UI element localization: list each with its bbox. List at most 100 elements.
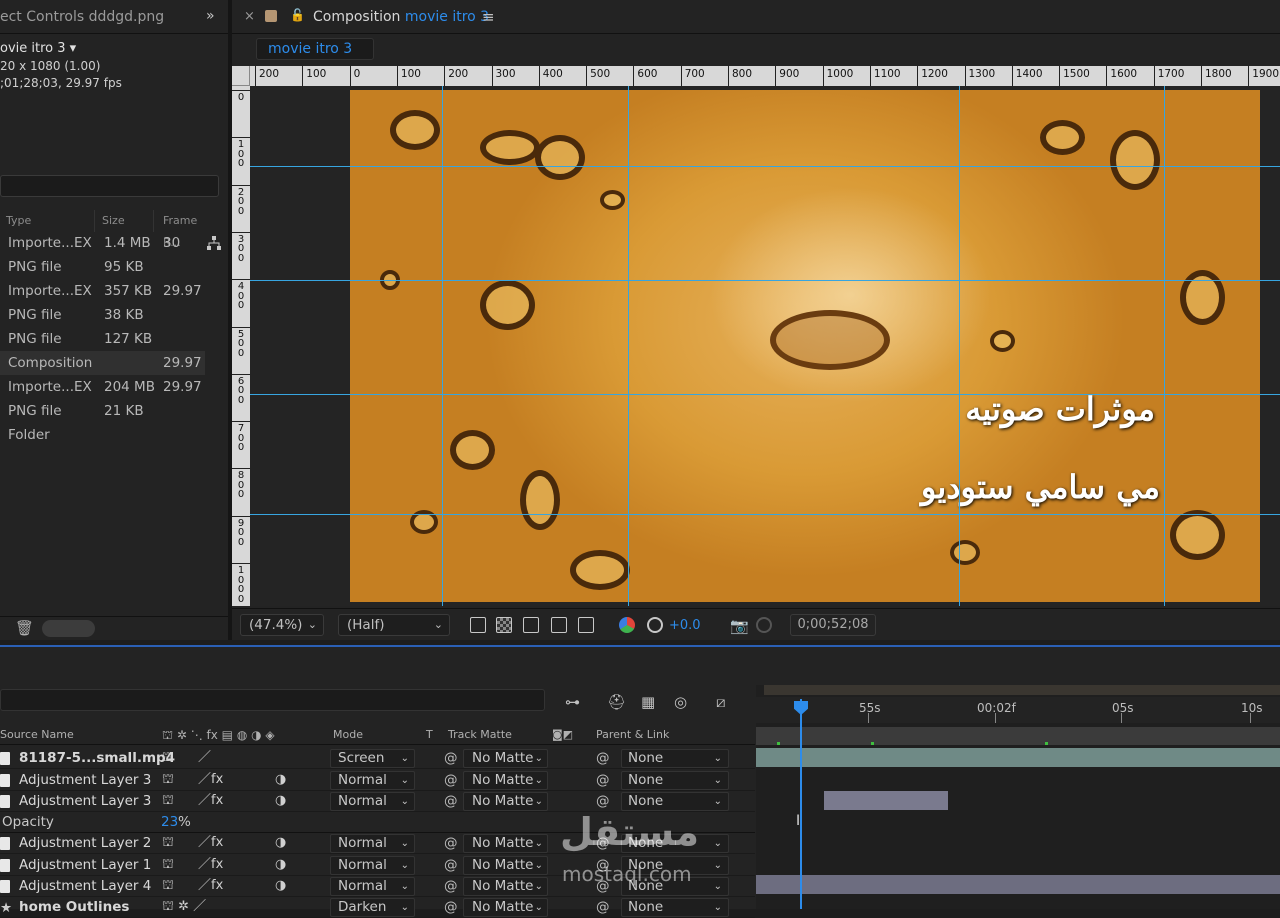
project-search-input[interactable] bbox=[0, 175, 219, 197]
track-matte-pickwhip-icon[interactable]: @ bbox=[444, 791, 458, 811]
graph-editor-icon[interactable]: ⧄ bbox=[716, 693, 726, 711]
ruler-origin[interactable] bbox=[232, 66, 250, 86]
project-row[interactable]: Importe...EX 204 MB 29.97 bbox=[0, 375, 205, 399]
shy-switch-icon[interactable]: ⛫ bbox=[162, 855, 174, 875]
blend-mode-dropdown[interactable]: Normal ⌄ bbox=[330, 877, 415, 896]
track-matte-pickwhip-icon[interactable]: @ bbox=[444, 855, 458, 875]
panel-menu-icon[interactable]: ≡ bbox=[482, 8, 495, 26]
track-matte-dropdown[interactable]: No Matte ⌄ bbox=[463, 877, 548, 896]
guide-line[interactable] bbox=[250, 514, 1280, 515]
blend-mode-dropdown[interactable]: Screen ⌄ bbox=[330, 749, 415, 768]
guide-line[interactable] bbox=[1164, 86, 1165, 606]
project-row[interactable]: PNG file 127 KB bbox=[0, 327, 205, 351]
track-matte-dropdown[interactable]: No Matte ⌄ bbox=[463, 898, 548, 917]
channels-icon[interactable] bbox=[619, 617, 635, 633]
parent-dropdown[interactable]: None ⌄ bbox=[621, 856, 729, 875]
blend-mode-dropdown[interactable]: Normal ⌄ bbox=[330, 771, 415, 790]
layer-duration-bar[interactable] bbox=[756, 748, 1280, 767]
layer-row[interactable]: Adjustment Layer 4 ⛫ ／fx ◑ Normal ⌄ @ No … bbox=[0, 876, 755, 897]
horizontal-ruler[interactable]: 200 100 0 100 200 300 400 500 600 700 800 900 1000 11… bbox=[250, 66, 1280, 86]
panel-overflow-icon[interactable]: » bbox=[206, 8, 215, 24]
star-icon[interactable]: ★ bbox=[0, 898, 12, 918]
layer-name[interactable]: Adjustment Layer 2 bbox=[19, 833, 151, 853]
parent-pickwhip-icon[interactable]: @ bbox=[596, 748, 610, 768]
quality-switch-icon[interactable]: ／fx bbox=[198, 855, 223, 875]
t-header[interactable]: T bbox=[426, 728, 433, 741]
parent-dropdown[interactable]: None ⌄ bbox=[621, 771, 729, 790]
snapshot-camera-icon[interactable]: 📷 bbox=[730, 617, 749, 635]
project-row-selected[interactable]: Composition 29.97 bbox=[0, 351, 205, 375]
adjustment-layer-switch-icon[interactable]: ◑ bbox=[275, 876, 286, 896]
effect-controls-tab[interactable]: ect Controls dddgd.png bbox=[0, 9, 164, 25]
adjustment-layer-switch-icon[interactable]: ◑ bbox=[275, 791, 286, 811]
shy-layers-icon[interactable]: ⛑ bbox=[607, 693, 626, 711]
column-header-type[interactable]: Type bbox=[0, 210, 95, 232]
vertical-ruler[interactable]: 0 100 200 300 400 500 600 700 800 900 1000 bbox=[232, 86, 250, 606]
work-area-bar[interactable] bbox=[764, 685, 1280, 695]
shy-switch-icon[interactable]: ⛫ bbox=[162, 748, 174, 768]
time-ruler[interactable] bbox=[756, 697, 1280, 723]
quality-switch-icon[interactable]: ／ bbox=[198, 748, 211, 768]
parent-pickwhip-icon[interactable]: @ bbox=[596, 770, 610, 790]
parent-pickwhip-icon[interactable]: @ bbox=[596, 855, 610, 875]
trash-icon[interactable]: 🗑 bbox=[15, 619, 34, 637]
close-tab-icon[interactable]: × bbox=[244, 9, 255, 24]
blend-mode-dropdown[interactable]: Normal ⌄ bbox=[330, 792, 415, 811]
quality-switch-icon[interactable]: ／fx bbox=[198, 791, 223, 811]
comp-marker-strip[interactable] bbox=[756, 727, 1280, 745]
layer-duration-bar[interactable] bbox=[756, 875, 1280, 894]
show-snapshot-icon[interactable] bbox=[756, 617, 772, 633]
guide-line[interactable] bbox=[442, 86, 443, 606]
blend-mode-dropdown[interactable]: Normal ⌄ bbox=[330, 834, 415, 853]
frame-blending-icon[interactable]: ▦ bbox=[641, 693, 655, 711]
parent-dropdown[interactable]: None ⌄ bbox=[621, 834, 729, 853]
magnification-dropdown[interactable]: (47.4%) ⌄ bbox=[240, 614, 324, 636]
layer-name[interactable]: Adjustment Layer 1 bbox=[19, 855, 151, 875]
project-row[interactable]: PNG file 95 KB bbox=[0, 255, 205, 279]
region-of-interest-icon[interactable] bbox=[551, 617, 567, 633]
opacity-value[interactable]: 23 bbox=[161, 812, 178, 832]
parent-pickwhip-icon[interactable]: @ bbox=[596, 833, 610, 853]
layer-row[interactable]: Adjustment Layer 3 ⛫ ／fx ◑ Normal ⌄ @ No … bbox=[0, 770, 755, 791]
track-matte-header[interactable]: Track Matte bbox=[448, 728, 512, 741]
track-matte-dropdown[interactable]: No Matte ⌄ bbox=[463, 834, 548, 853]
layer-label-icon[interactable] bbox=[0, 795, 10, 808]
grid-guides-icon[interactable] bbox=[578, 617, 594, 633]
guide-line[interactable] bbox=[628, 86, 629, 606]
column-header-size[interactable]: Size bbox=[96, 210, 154, 232]
guide-line[interactable] bbox=[250, 280, 1280, 281]
source-name-header[interactable]: Source Name bbox=[0, 728, 74, 741]
layer-label-icon[interactable] bbox=[0, 774, 10, 787]
matte-icons[interactable]: ◙◩ bbox=[552, 728, 573, 741]
resolution-dropdown[interactable]: (Half) ⌄ bbox=[338, 614, 450, 636]
track-matte-pickwhip-icon[interactable]: @ bbox=[444, 748, 458, 768]
project-row[interactable]: Folder bbox=[0, 423, 205, 447]
parent-pickwhip-icon[interactable]: @ bbox=[596, 876, 610, 896]
motion-blur-icon[interactable]: ◎ bbox=[674, 693, 687, 711]
parent-pickwhip-icon[interactable]: @ bbox=[596, 791, 610, 811]
guide-line[interactable] bbox=[250, 394, 1280, 395]
fast-previews-icon[interactable] bbox=[470, 617, 486, 633]
parent-dropdown[interactable]: None ⌄ bbox=[621, 877, 729, 896]
track-matte-dropdown[interactable]: No Matte ⌄ bbox=[463, 792, 548, 811]
layer-duration-bar[interactable] bbox=[824, 791, 948, 810]
layer-name[interactable]: Adjustment Layer 4 bbox=[19, 876, 151, 896]
parent-dropdown[interactable]: None ⌄ bbox=[621, 898, 729, 917]
layer-label-icon[interactable] bbox=[0, 752, 10, 765]
parent-link-header[interactable]: Parent & Link bbox=[596, 728, 669, 741]
composition-canvas[interactable]: موثرات صوتيه مي سامي ستوديو bbox=[250, 86, 1280, 606]
project-comp-name[interactable]: ovie itro 3 ▾ bbox=[0, 41, 76, 56]
label-color-swatch[interactable] bbox=[265, 10, 277, 22]
comp-navigator-tab[interactable]: movie itro 3 bbox=[256, 38, 374, 60]
shy-switch-icon[interactable]: ⛫ bbox=[162, 876, 174, 896]
shy-switch-icon[interactable]: ⛫ ✲ ／ bbox=[162, 897, 206, 917]
layer-name[interactable]: 81187-5...small.mp4 bbox=[19, 748, 175, 768]
track-matte-dropdown[interactable]: No Matte ⌄ bbox=[463, 856, 548, 875]
composition-tab-title[interactable]: Composition movie itro 3 bbox=[313, 9, 489, 25]
adjustment-layer-switch-icon[interactable]: ◑ bbox=[275, 770, 286, 790]
blend-mode-dropdown[interactable]: Darken ⌄ bbox=[330, 898, 415, 917]
project-row[interactable]: Importe...EX 1.4 MB 30 bbox=[0, 231, 205, 255]
mask-visibility-icon[interactable] bbox=[523, 617, 539, 633]
flowchart-icon[interactable] bbox=[206, 235, 222, 251]
blend-mode-dropdown[interactable]: Normal ⌄ bbox=[330, 856, 415, 875]
